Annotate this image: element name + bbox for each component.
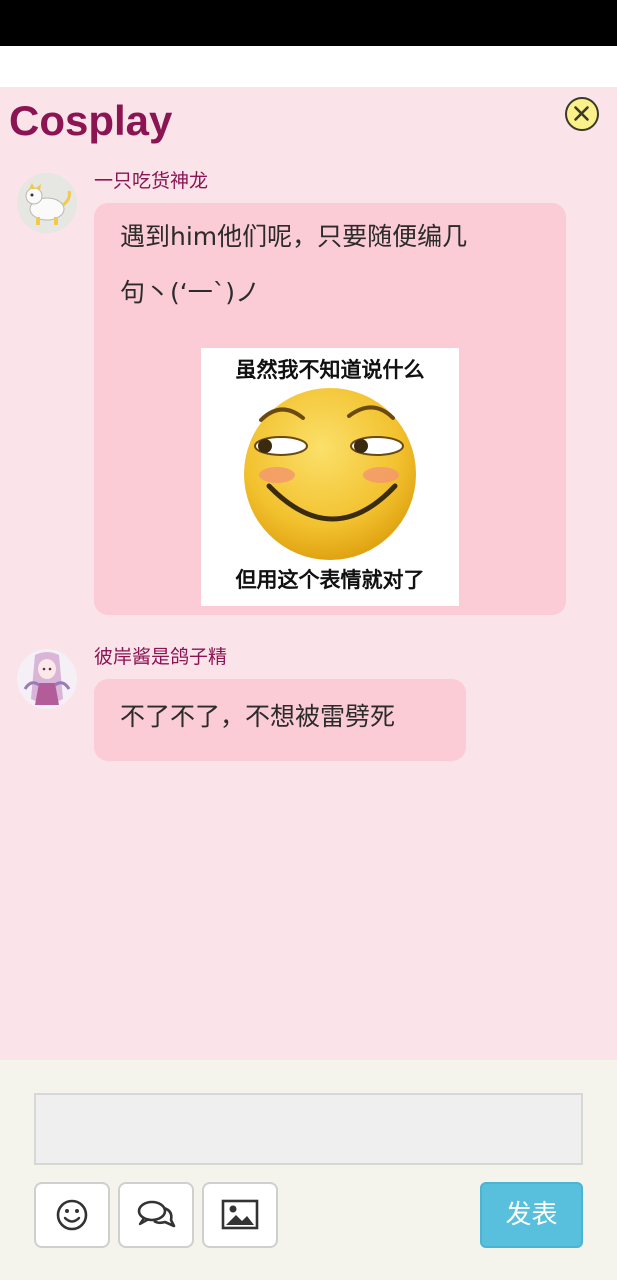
- speech-bubbles-icon: [137, 1200, 176, 1228]
- status-bar: [0, 0, 617, 46]
- close-button[interactable]: [565, 97, 599, 131]
- message-text-line: 遇到him他们呢，只要随便编几: [120, 222, 468, 251]
- composer: 发表: [0, 1060, 617, 1280]
- top-spacer: [0, 46, 617, 87]
- page-title: Cosplay: [9, 97, 173, 144]
- message-bubble: 遇到him他们呢，只要随便编几 句丶(‘一`)ノ 虽然我不知道说什么 但用这个表…: [94, 203, 566, 615]
- anime-girl-avatar-image: [17, 649, 77, 709]
- meme-image[interactable]: 虽然我不知道说什么 但用这个表情就对了: [201, 348, 459, 606]
- chat-button[interactable]: [118, 1182, 194, 1248]
- image-button[interactable]: [202, 1182, 278, 1248]
- meme-top-caption: 虽然我不知道说什么: [235, 358, 425, 382]
- chat-panel: Cosplay 一只吃货神龙 遇到him他们呢，只要随便编几 句丶(‘一`)ノ …: [0, 87, 617, 1060]
- close-icon: [574, 106, 589, 121]
- emoji-button[interactable]: [34, 1182, 110, 1248]
- username[interactable]: 彼岸酱是鸽子精: [94, 645, 227, 669]
- avatar[interactable]: [17, 649, 77, 709]
- message-input[interactable]: [34, 1093, 583, 1165]
- image-icon: [221, 1199, 259, 1230]
- message-text: 不了不了，不想被雷劈死: [120, 702, 396, 731]
- avatar[interactable]: [17, 173, 77, 233]
- message-text-line: 句丶(‘一`)ノ: [120, 278, 260, 307]
- creature-avatar-image: [17, 173, 77, 233]
- meme-bottom-caption: 但用这个表情就对了: [235, 568, 425, 592]
- send-button[interactable]: 发表: [480, 1182, 583, 1248]
- smirking-face-icon: [244, 388, 416, 560]
- message-bubble: 不了不了，不想被雷劈死: [94, 679, 466, 761]
- smiley-icon: [56, 1199, 88, 1231]
- username[interactable]: 一只吃货神龙: [94, 169, 208, 193]
